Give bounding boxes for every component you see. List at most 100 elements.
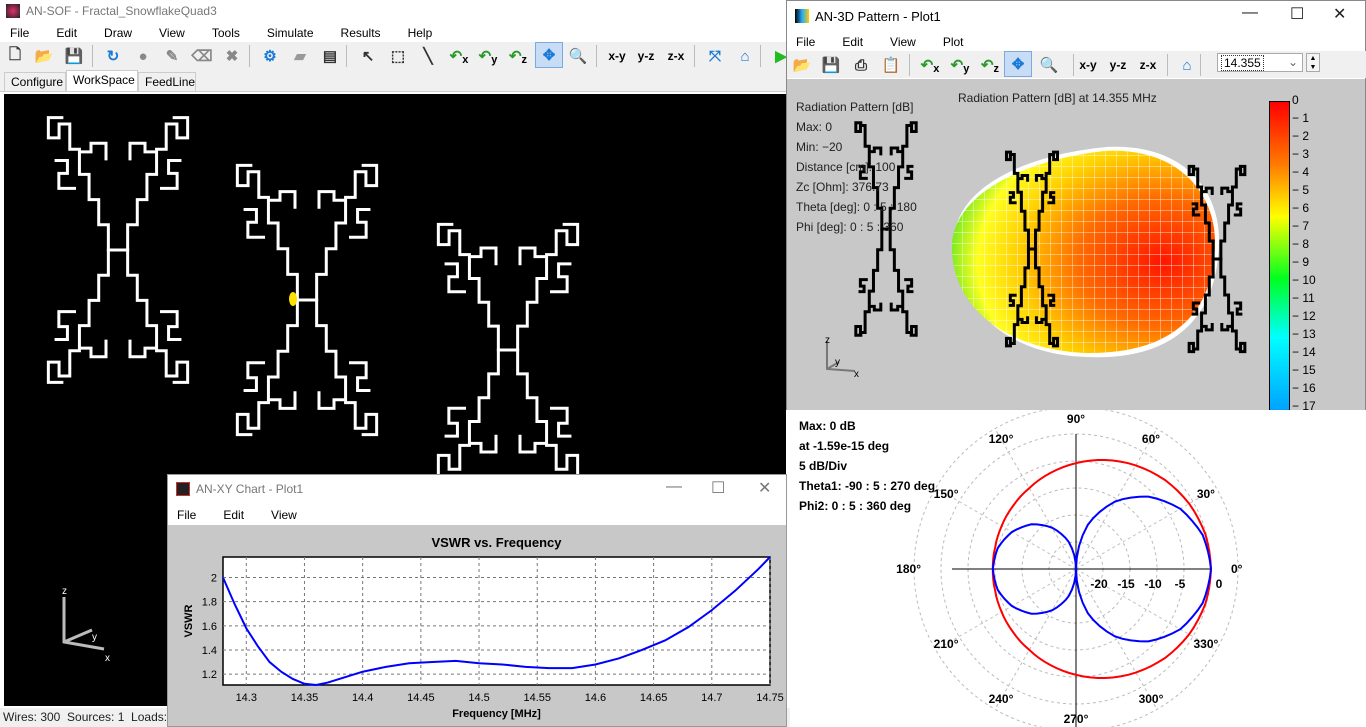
colorbar-tick: − 5 [1292,183,1310,197]
view-yz-button[interactable]: y-z [635,45,657,67]
clipboard-icon: 📋 [881,57,901,74]
menu-edit[interactable]: Edit [842,35,863,49]
pattern-window: AN-3D Pattern - Plot1 — ☐ ✕ File Edit View… [786,0,1366,413]
frequency-spinner[interactable]: ▲ ▼ [1306,53,1320,72]
menu-results[interactable]: Results [341,26,381,40]
circle-button[interactable]: ● [132,45,154,67]
rotate-button[interactable]: ↻ [102,45,124,67]
rotate-arrow-icon: ↶ [478,48,492,65]
save-button[interactable]: 💾 [820,54,842,76]
view-xy-button[interactable]: x-y [606,45,628,67]
home-icon: ⌂ [740,47,750,65]
y-tick-label: 1.2 [202,669,217,681]
menu-file[interactable]: File [796,35,815,49]
fit-icon: ⤧ [708,47,721,65]
x-axis-label: Frequency [MHz] [452,708,541,720]
settings-gear-button[interactable]: ⚙ [259,45,281,67]
open-folder-button[interactable]: 📂 [33,45,55,67]
home-button[interactable]: ⌂ [1176,54,1198,76]
view-zx-button[interactable]: z-x [665,45,687,67]
new-file-button[interactable]: 🗋 [4,45,26,67]
colorbar [1269,101,1290,413]
rotate-z-button[interactable]: ↶ z [507,45,529,67]
rotate-z-icon: z [521,54,528,66]
pan-button[interactable]: ✥ [1004,51,1032,77]
pan-icon: ✥ [1011,56,1025,73]
y-tick-label: 1.4 [202,645,217,657]
menu-file[interactable]: File [10,26,29,40]
menu-draw[interactable]: Draw [104,26,132,40]
info-line: Radiation Pattern [dB] [796,100,914,114]
xy-title: AN-XY Chart - Plot1 [196,482,304,496]
menu-tools[interactable]: Tools [212,26,240,40]
save-button[interactable]: 💾 [63,45,85,67]
comment-button[interactable]: ▰ [289,45,311,67]
fractal-wire [904,278,914,294]
menu-view[interactable]: View [159,26,185,40]
eraser-button[interactable]: ⌫ [191,45,213,67]
xy-maximize-button[interactable]: ☐ [711,478,725,498]
plot-area [222,556,771,686]
view-xy-button[interactable]: x-y [1077,54,1099,76]
menu-simulate[interactable]: Simulate [267,26,314,40]
pattern-menu-bar: File Edit View Plot [796,32,991,52]
rotate-arrow-icon: ↶ [980,57,994,74]
zoom-button[interactable]: 🔍 [1038,54,1060,76]
fit-button[interactable]: ⤧ [704,45,726,67]
print-button[interactable]: ⎙ [850,54,872,76]
fractal-wire [1233,301,1243,316]
pointer-button[interactable]: ↖ [357,45,379,67]
toolbar-separator [1073,54,1074,76]
pattern-plot-area[interactable]: z y x Radiation Pattern [dB] at 14.355 M… [787,79,1365,413]
rotate-x-button[interactable]: ↶ x [919,54,941,76]
polar-panel: 0° 30° 60° 90° 120° 150° 180° 210° 240° 270° 300° 3… [790,410,1366,727]
menu-view[interactable]: View [271,508,297,522]
open-folder-icon: 📂 [34,48,54,65]
menu-file[interactable]: File [177,508,196,522]
info-line: Theta1: -90 : 5 : 270 deg [799,479,936,493]
view-yz-button[interactable]: y-z [1107,54,1129,76]
pan-icon: ✥ [542,47,556,64]
open-folder-button[interactable]: 📂 [791,54,813,76]
pan-button[interactable]: ✥ [535,42,563,68]
rotate-y-button[interactable]: ↶ y [949,54,971,76]
comment-icon: ▰ [294,48,306,65]
home-button[interactable]: ⌂ [734,45,756,67]
close-button[interactable]: ✕ [1333,4,1346,24]
toolbar-separator [249,45,250,67]
menu-view[interactable]: View [890,35,916,49]
rotate-y-button[interactable]: ↶ y [477,45,499,67]
rotate-x-icon: x [933,63,940,75]
rotate-z-button[interactable]: ↶ z [979,54,1001,76]
info-line: Zc [Ohm]: 376.73 [796,180,889,194]
main-title: AN-SOF - Fractal_SnowflakeQuad3 [26,4,217,18]
clipboard-button[interactable]: 📋 [880,54,902,76]
menu-edit[interactable]: Edit [223,508,244,522]
tab-workspace[interactable]: WorkSpace [66,70,138,91]
pencil-button[interactable]: ✎ [161,45,183,67]
rotate-x-icon: x [462,54,469,66]
xy-chart-window: AN-XY Chart - Plot1 — ☐ ✕ File Edit View V… [167,474,787,727]
polar-radial-label: -20 [1090,577,1108,591]
x-tick-label: 14.45 [407,692,435,704]
line-button[interactable]: ╲ [417,45,439,67]
rotate-x-button[interactable]: ↶ x [448,45,470,67]
x-tick-label: 14.55 [523,692,551,704]
frequency-select[interactable]: 14.355 ⌄ [1217,53,1303,72]
menu-edit[interactable]: Edit [56,26,77,40]
delete-button[interactable]: ✖ [221,45,243,67]
select-rectangle-button[interactable]: ⬚ [387,45,409,67]
view-zx-button[interactable]: z-x [1137,54,1159,76]
menu-plot[interactable]: Plot [943,35,964,49]
tab-feedline[interactable]: FeedLine [138,72,196,91]
zoom-button[interactable]: 🔍 [567,45,589,67]
tab-configure[interactable]: Configure [4,72,66,91]
pattern-plot-title: Radiation Pattern [dB] at 14.355 MHz [958,91,1157,105]
xy-close-button[interactable]: ✕ [758,478,771,498]
toolbar-separator [1167,54,1168,76]
xy-minimize-button[interactable]: — [666,478,682,496]
report-button[interactable]: ▤ [319,45,341,67]
minimize-button[interactable]: — [1242,4,1258,22]
maximize-button[interactable]: ☐ [1290,4,1304,24]
menu-help[interactable]: Help [408,26,433,40]
